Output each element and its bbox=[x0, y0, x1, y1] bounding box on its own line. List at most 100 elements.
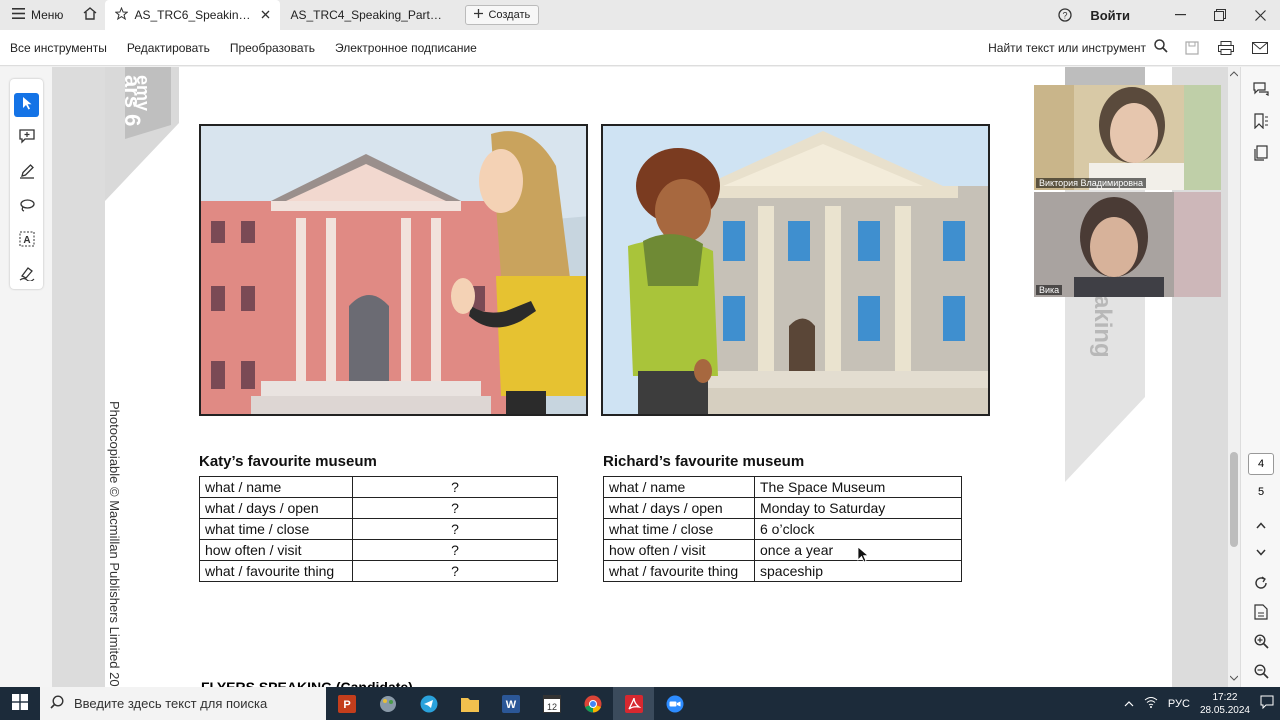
main-toolbar: Все инструменты Редактировать Преобразов… bbox=[0, 30, 1280, 66]
search-placeholder: Введите здесь текст для поиска bbox=[74, 696, 268, 711]
star-icon[interactable] bbox=[114, 6, 130, 23]
signature-pen-icon bbox=[19, 265, 35, 286]
calendar-app[interactable]: 12 bbox=[531, 687, 572, 720]
zoom-in-icon[interactable] bbox=[1251, 631, 1271, 651]
table-row: what / favourite thing? bbox=[199, 560, 558, 582]
menu-esign[interactable]: Электронное подписание bbox=[325, 41, 487, 55]
prompt-cell: how often / visit bbox=[603, 539, 755, 561]
create-button[interactable]: Создать bbox=[465, 5, 540, 25]
richard-table-title: Richard’s favourite museum bbox=[603, 453, 805, 470]
comment-tool[interactable] bbox=[14, 127, 39, 151]
rotate-icon[interactable] bbox=[1251, 573, 1271, 593]
print-icon[interactable] bbox=[1216, 38, 1236, 58]
cursor-arrow-icon bbox=[21, 96, 33, 115]
scroll-down-icon[interactable] bbox=[1230, 675, 1238, 681]
copyright-text: Photocopiable © Macmillan Publishers Lim… bbox=[107, 401, 122, 687]
search-icon bbox=[1154, 39, 1168, 56]
chrome-app[interactable] bbox=[572, 687, 613, 720]
explorer-app[interactable] bbox=[449, 687, 490, 720]
help-icon[interactable]: ? bbox=[1050, 8, 1080, 22]
minimize-button[interactable] bbox=[1160, 0, 1200, 30]
notifications-icon[interactable] bbox=[1260, 695, 1274, 712]
zoom-app[interactable] bbox=[654, 687, 695, 720]
participant-name: Виктория Владимировна bbox=[1036, 178, 1147, 188]
video-tile[interactable]: Виктория Владимировна bbox=[1034, 85, 1221, 190]
mail-icon[interactable] bbox=[1250, 38, 1270, 58]
scroll-up-icon[interactable] bbox=[1230, 71, 1238, 77]
tab-document-1[interactable]: AS_TRC6_Speaking_... bbox=[105, 0, 281, 30]
comment-plus-icon bbox=[18, 129, 35, 149]
prompt-cell: what time / close bbox=[199, 518, 353, 540]
acrobat-app[interactable] bbox=[613, 687, 654, 720]
table-row: what / days / open Monday to Saturday bbox=[603, 497, 962, 519]
next-page-icon[interactable] bbox=[1251, 542, 1271, 562]
language-indicator[interactable]: РУС bbox=[1168, 698, 1190, 710]
hamburger-icon bbox=[12, 8, 25, 22]
tool-panel: A bbox=[0, 67, 52, 687]
zoom-out-icon[interactable] bbox=[1251, 661, 1271, 681]
prompt-cell: what / days / open bbox=[603, 497, 755, 519]
word-icon: W bbox=[501, 694, 520, 713]
folder-icon bbox=[460, 697, 479, 712]
powerpoint-app[interactable]: P bbox=[326, 687, 367, 720]
signin-button[interactable]: Войти bbox=[1080, 8, 1160, 23]
prompt-cell: how often / visit bbox=[199, 539, 353, 561]
answer-cell: ? bbox=[352, 560, 558, 582]
page-corner-graphic: emy ars 6 bbox=[105, 67, 179, 201]
menu-edit[interactable]: Редактировать bbox=[117, 41, 220, 55]
paint-app[interactable] bbox=[367, 687, 408, 720]
comments-icon[interactable] bbox=[1251, 79, 1271, 99]
page-number-next[interactable]: 5 bbox=[1248, 481, 1274, 503]
section-label: aking bbox=[1089, 295, 1116, 358]
find-tool-button[interactable]: Найти текст или инструмент bbox=[988, 39, 1168, 56]
home-button[interactable] bbox=[75, 0, 105, 30]
text-tool[interactable]: A bbox=[14, 229, 39, 253]
sign-tool[interactable] bbox=[14, 263, 39, 287]
answer-cell: spaceship bbox=[754, 560, 962, 582]
richard-museum-table: what / name The Space Museum what / days … bbox=[603, 476, 962, 582]
start-button[interactable] bbox=[0, 687, 40, 720]
word-app[interactable]: W bbox=[490, 687, 531, 720]
table-row: what / days / open? bbox=[199, 497, 558, 519]
menu-convert[interactable]: Преобразовать bbox=[220, 41, 325, 55]
telegram-icon bbox=[420, 695, 437, 712]
page-number-current[interactable]: 4 bbox=[1248, 453, 1274, 475]
windows-logo-icon bbox=[12, 694, 28, 713]
table-row: what / name? bbox=[199, 476, 558, 498]
bookmark-icon[interactable] bbox=[1251, 111, 1271, 131]
save-icon[interactable] bbox=[1182, 38, 1202, 58]
video-tile[interactable]: Вика bbox=[1034, 192, 1221, 297]
network-icon[interactable] bbox=[1144, 696, 1158, 711]
windows-taskbar: Введите здесь текст для поиска P W 12 РУ… bbox=[0, 687, 1280, 720]
pages-icon[interactable] bbox=[1251, 143, 1271, 163]
search-icon bbox=[50, 695, 64, 712]
clock[interactable]: 17:22 28.05.2024 bbox=[1200, 691, 1250, 717]
menu-all-tools[interactable]: Все инструменты bbox=[0, 41, 117, 55]
prev-page-icon[interactable] bbox=[1251, 515, 1271, 535]
video-call-panel: Виктория Владимировна Вика bbox=[1034, 85, 1221, 297]
palette-icon bbox=[379, 695, 396, 712]
chevron-up-icon[interactable] bbox=[1124, 698, 1134, 710]
tab-document-2[interactable]: AS_TRC4_Speaking_Parts1_... bbox=[280, 0, 455, 30]
svg-text:?: ? bbox=[1063, 11, 1068, 21]
highlight-tool[interactable] bbox=[14, 161, 39, 185]
restore-button[interactable] bbox=[1200, 0, 1240, 30]
scrollbar-thumb[interactable] bbox=[1230, 452, 1238, 547]
answer-cell: Monday to Saturday bbox=[754, 497, 962, 519]
document-page: emy ars 6 aking Photocopiable © Macmilla… bbox=[105, 67, 1172, 687]
prompt-cell: what / favourite thing bbox=[603, 560, 755, 582]
answer-cell: The Space Museum bbox=[754, 476, 962, 498]
close-window-button[interactable] bbox=[1240, 0, 1280, 30]
select-tool[interactable] bbox=[14, 93, 39, 117]
vertical-scrollbar[interactable] bbox=[1228, 67, 1240, 687]
menu-button[interactable]: Меню bbox=[0, 0, 75, 30]
draw-tool[interactable] bbox=[14, 195, 39, 219]
page-extract-icon[interactable] bbox=[1251, 602, 1271, 622]
prompt-cell: what time / close bbox=[603, 518, 755, 540]
telegram-app[interactable] bbox=[408, 687, 449, 720]
prompt-cell: what / favourite thing bbox=[199, 560, 353, 582]
close-icon[interactable] bbox=[261, 8, 270, 22]
taskbar-search[interactable]: Введите здесь текст для поиска bbox=[40, 687, 326, 720]
pen-icon bbox=[19, 163, 35, 184]
table-row: how often / visit? bbox=[199, 539, 558, 561]
